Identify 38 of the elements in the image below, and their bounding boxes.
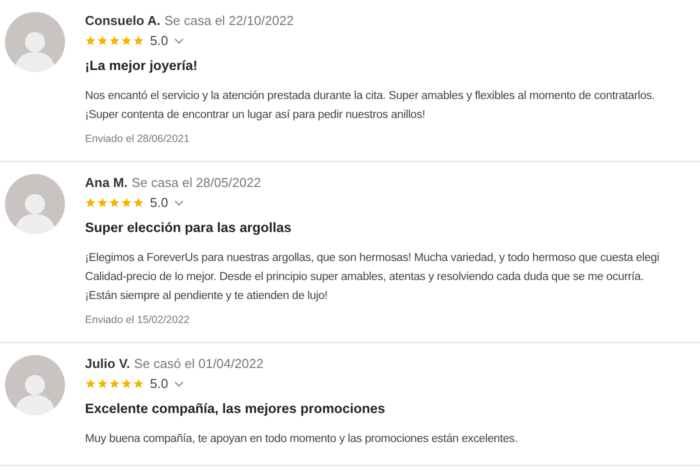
star-icon xyxy=(109,197,120,208)
review-text: ¡Están siempre al pendiente y te atienden de lujo! xyxy=(85,289,329,304)
reviewer-name: Ana M. xyxy=(85,174,128,192)
star-icon xyxy=(97,197,108,208)
review-text: Muy buena compañía, te apoyan en todo momento y las promociones están excelentes. xyxy=(85,432,518,447)
review-text: ¡Super contenta de encontrar un lugar así para pedir nuestros anillos! xyxy=(85,108,426,123)
reviewer-name: Consuelo A. xyxy=(85,12,160,30)
rating-value: 5.0 xyxy=(150,33,168,48)
review-title: ¡La mejor joyería! xyxy=(85,58,199,73)
star-icon xyxy=(133,35,144,46)
star-icon xyxy=(133,197,144,208)
star-icon xyxy=(121,197,132,208)
sent-date: Enviado el 15/02/2022 xyxy=(85,314,191,326)
star-icon xyxy=(85,197,96,208)
rating-value: 5.0 xyxy=(150,195,168,210)
review-title: Excelente compañía, las mejores promociones xyxy=(85,401,386,416)
review-text: ¡Elegimos a ForeverUs para nuestras argollas, que son hermosas! Mucha variedad, y todo hermoso que cuesta elegi xyxy=(85,251,660,266)
wedding-date: Se casó el 01/04/2022 xyxy=(134,355,264,373)
chevron-down-icon[interactable] xyxy=(174,200,184,206)
star-icon xyxy=(85,378,96,389)
star-icon xyxy=(133,378,144,389)
star-icon xyxy=(121,378,132,389)
reviewer-name: Julio V. xyxy=(85,355,130,373)
star-icon xyxy=(121,35,132,46)
rating-value: 5.0 xyxy=(150,376,168,391)
review-text: Calidad-precio de lo mejor. Desde el principio super amables, atentas y resolviendo cada duda que se me ocurría. xyxy=(85,270,645,285)
wedding-date: Se casa el 28/05/2022 xyxy=(132,174,262,192)
chevron-down-icon[interactable] xyxy=(174,38,184,44)
wedding-date: Se casa el 22/10/2022 xyxy=(164,12,294,30)
star-icon xyxy=(109,378,120,389)
star-icon xyxy=(85,35,96,46)
star-icon xyxy=(97,35,108,46)
star-icon xyxy=(109,35,120,46)
sent-date: Enviado el 28/06/2021 xyxy=(85,133,191,145)
star-icon xyxy=(97,378,108,389)
review-text: Nos encantó el servicio y la atención prestada durante la cita. Super amables y flexibles al momento de contratarlos. xyxy=(85,89,655,104)
review-title: Super elección para las argollas xyxy=(85,220,292,235)
chevron-down-icon[interactable] xyxy=(174,380,184,386)
